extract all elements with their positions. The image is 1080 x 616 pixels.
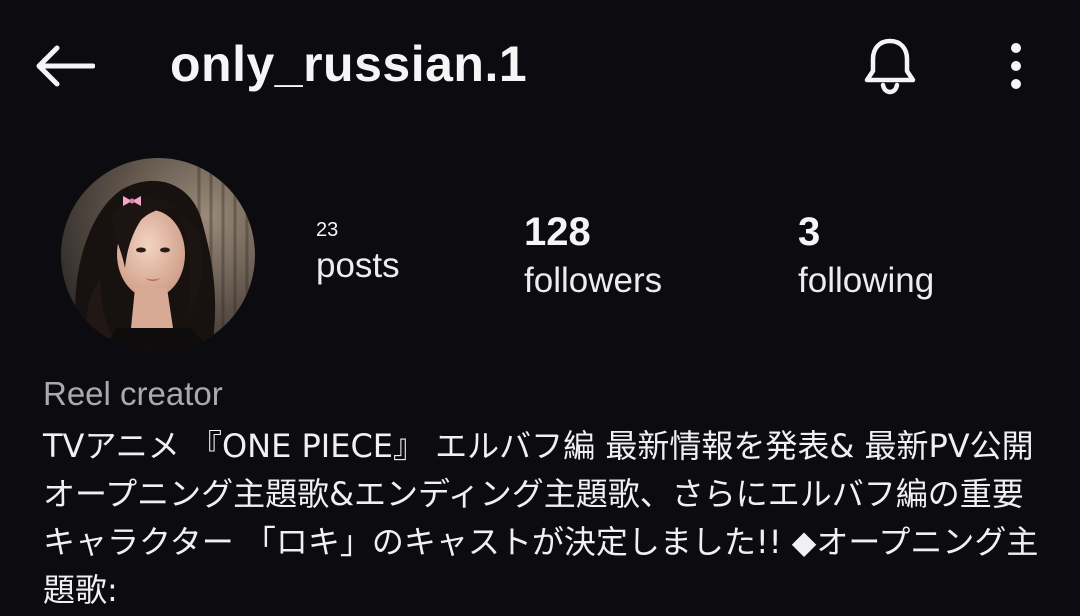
profile-bio: TVアニメ 『ONE PIECE』 エルバフ編 最新情報を発表& 最新PV公開 … [43, 427, 1039, 609]
following-label: following [798, 261, 935, 300]
profile-category: Reel creator [43, 375, 223, 412]
posts-stat[interactable]: 23 posts [316, 216, 400, 288]
notifications-button[interactable] [856, 34, 924, 98]
following-count: 3 [798, 210, 821, 254]
following-stat[interactable]: 3 following [798, 208, 934, 306]
posts-label: posts [316, 246, 400, 285]
profile-username: only_russian.1 [170, 36, 528, 92]
more-options-button[interactable] [992, 36, 1040, 96]
more-vertical-icon [1011, 43, 1021, 89]
followers-stat[interactable]: 128 followers [524, 208, 662, 306]
bell-icon [864, 38, 916, 95]
top-bar: only_russian.1 [0, 0, 1080, 130]
profile-screen: only_russian.1 23 posts 128 followers 3 … [0, 0, 1080, 616]
arrow-left-icon [36, 45, 95, 87]
followers-count: 128 [524, 210, 591, 254]
avatar-image [61, 158, 255, 352]
followers-label: followers [524, 261, 663, 300]
posts-count: 23 [316, 219, 339, 241]
profile-avatar[interactable] [61, 158, 255, 352]
back-button[interactable] [28, 36, 100, 96]
